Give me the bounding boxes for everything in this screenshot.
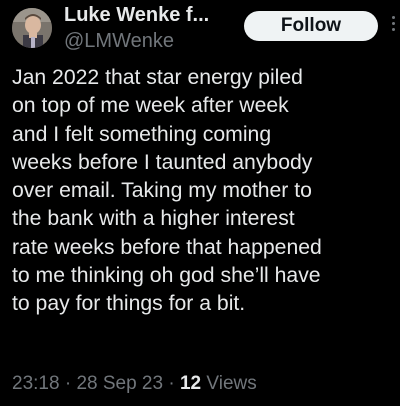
- author-handle[interactable]: @LMWenke: [64, 28, 264, 54]
- tweet-header: Luke Wenke f... @LMWenke Follow: [12, 2, 400, 58]
- author-names: Luke Wenke f... @LMWenke: [64, 2, 264, 54]
- views-count[interactable]: 12: [180, 373, 201, 394]
- tweet-card: Luke Wenke f... @LMWenke Follow Jan 2022…: [0, 0, 400, 406]
- vertical-ellipsis-icon[interactable]: [390, 16, 396, 36]
- tweet-meta: 23:18 · 28 Sep 23 · 12 Views: [12, 372, 257, 396]
- tweet-date[interactable]: 28 Sep 23: [76, 373, 163, 394]
- author-display-name[interactable]: Luke Wenke f...: [64, 2, 264, 28]
- tweet-time[interactable]: 23:18: [12, 373, 60, 394]
- profile-photo-icon: [12, 8, 52, 48]
- follow-button[interactable]: Follow: [244, 11, 378, 41]
- meta-separator: ·: [64, 373, 72, 394]
- views-label[interactable]: Views: [206, 373, 256, 394]
- meta-separator: ·: [168, 373, 175, 394]
- tweet-text: Jan 2022 that star energy piled on top o…: [12, 66, 322, 316]
- avatar[interactable]: [12, 8, 52, 48]
